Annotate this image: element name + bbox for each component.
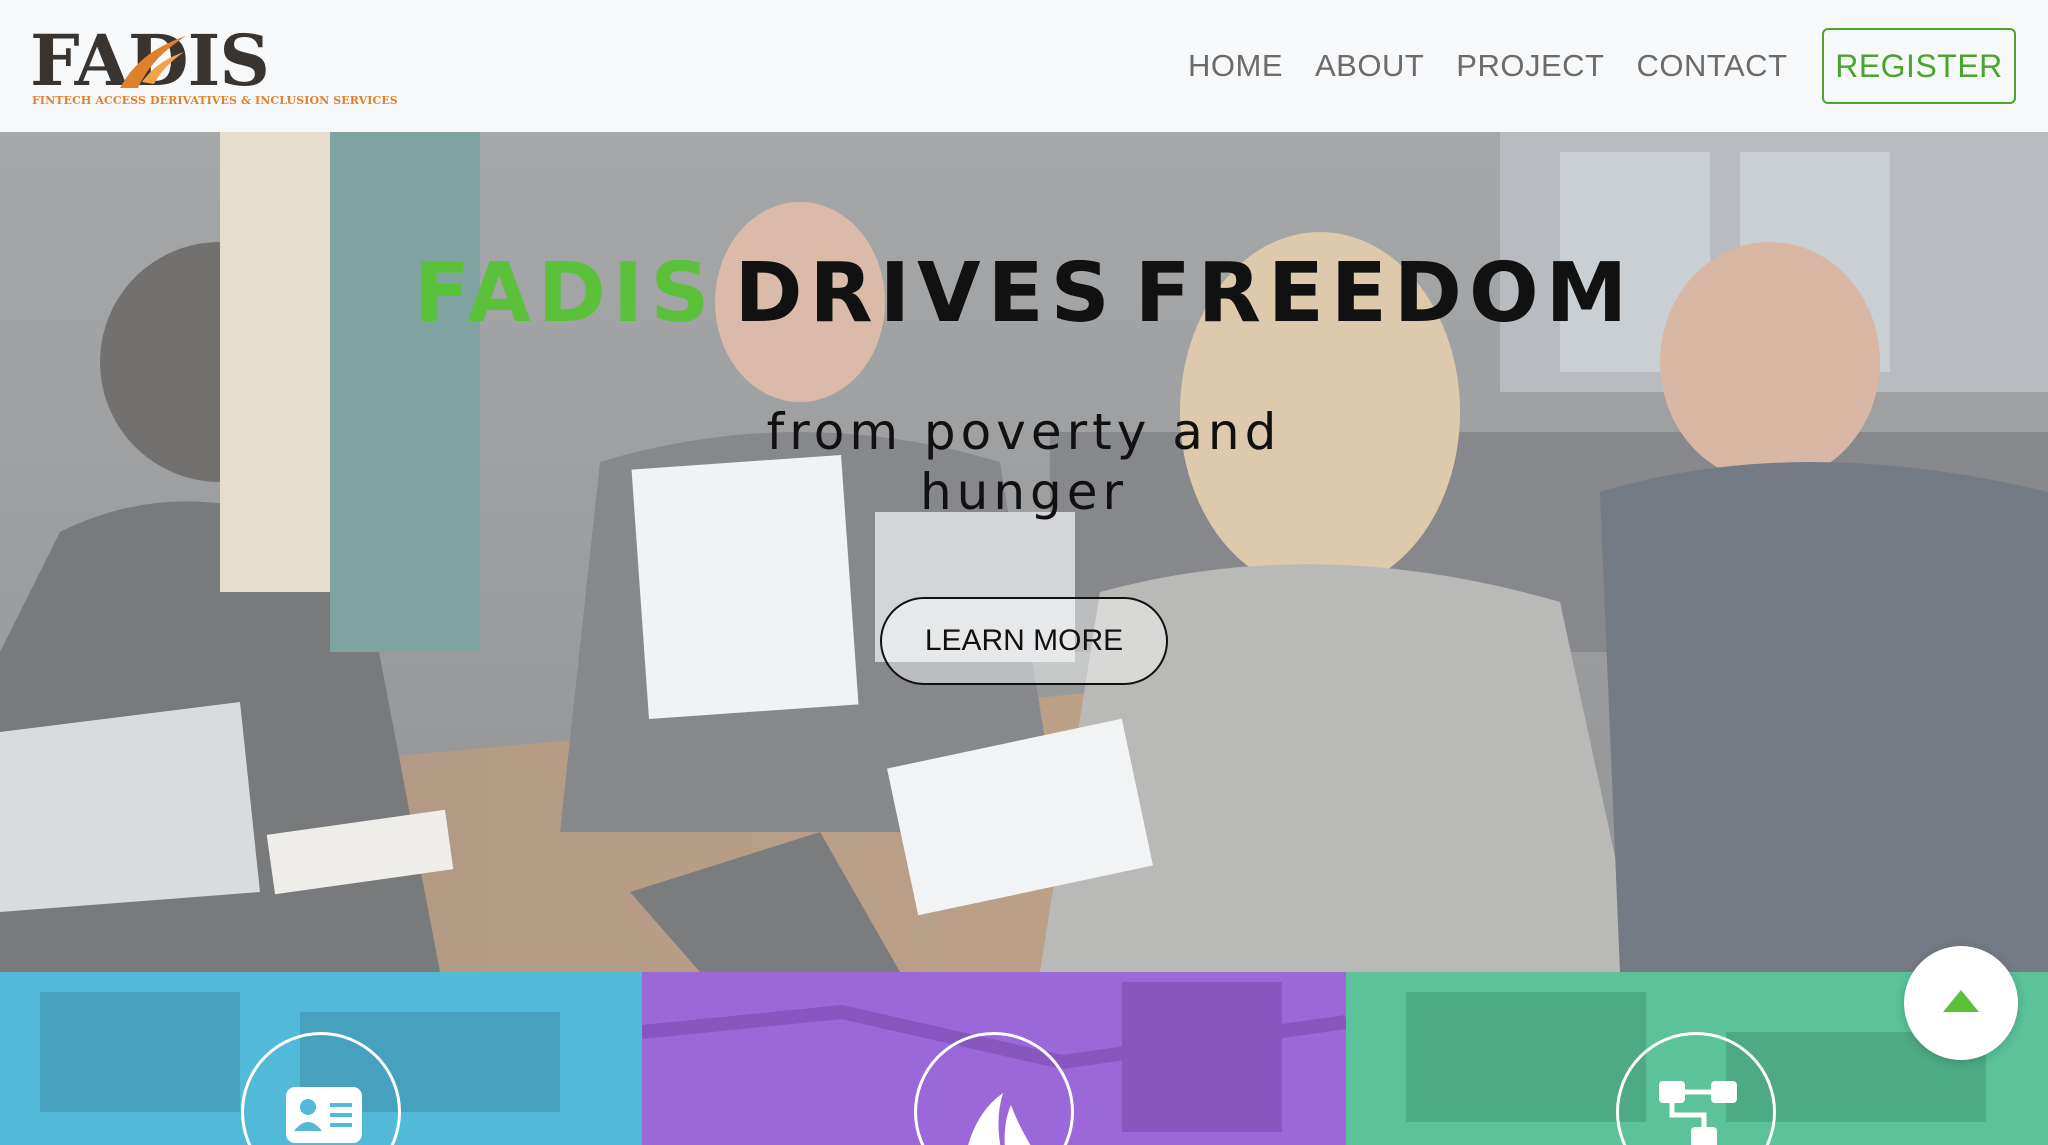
feature-tile-growth[interactable]	[642, 972, 1346, 1145]
hero-title-word-drives: DRIVES	[734, 246, 1117, 341]
scroll-to-top-button[interactable]	[1904, 946, 2018, 1060]
hero-title-word-freedom: FREEDOM	[1134, 246, 1635, 341]
nav-item-home[interactable]: HOME	[1188, 46, 1283, 86]
nav-item-contact[interactable]: CONTACT	[1636, 46, 1787, 86]
id-card-icon	[286, 1087, 362, 1143]
main-nav: HOME ABOUT PROJECT CONTACT	[1188, 46, 1788, 86]
hero-banner: FADIS DRIVES FREEDOM from poverty and hung…	[0, 132, 2048, 972]
caret-up-icon	[1943, 990, 1979, 1012]
logo-swoosh-icon	[120, 36, 186, 88]
nav-item-about[interactable]: ABOUT	[1315, 46, 1424, 86]
feature-tile-profile[interactable]	[0, 972, 642, 1145]
fadis-logo[interactable]: FADIS FINTECH ACCESS DERIVATIVES & INCLU…	[30, 26, 398, 110]
hero-title-brand: FADIS	[413, 246, 717, 341]
feature-tiles	[0, 972, 2048, 1145]
sail-icon	[968, 1093, 1031, 1145]
sitemap-icon	[1659, 1081, 1737, 1145]
register-button[interactable]: REGISTER	[1822, 28, 2016, 104]
hero-subtitle: from poverty and hunger	[766, 403, 1282, 521]
learn-more-button[interactable]: LEARN MORE	[880, 597, 1168, 685]
nav-item-project[interactable]: PROJECT	[1456, 46, 1604, 86]
navbar: FADIS FINTECH ACCESS DERIVATIVES & INCLU…	[0, 0, 2048, 132]
hero-title: FADIS DRIVES FREEDOM	[0, 244, 2048, 344]
logo-tagline: FINTECH ACCESS DERIVATIVES & INCLUSION S…	[32, 94, 398, 107]
